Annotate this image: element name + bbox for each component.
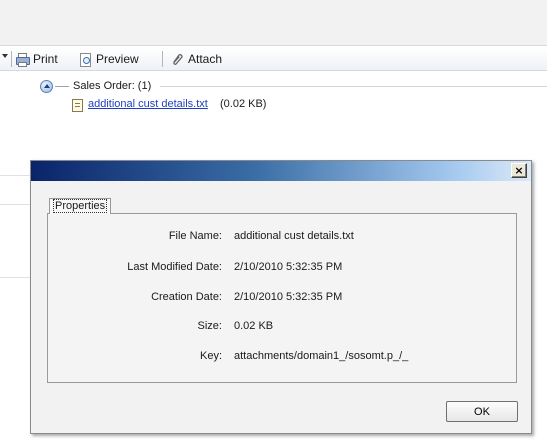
field-row: Size: 0.02 KB xyxy=(48,320,516,336)
toolbar: Print Preview Attach xyxy=(0,48,547,71)
dialog-titlebar[interactable]: × xyxy=(31,161,531,181)
last-modified-value: 2/10/2010 5:32:35 PM xyxy=(234,261,343,273)
attach-button[interactable]: Attach xyxy=(170,51,222,67)
tab-properties-label: Properties xyxy=(53,199,108,213)
properties-dialog: × Properties File Name: additional cust … xyxy=(30,160,532,434)
tab-properties[interactable]: Properties xyxy=(49,198,112,214)
tree-connector xyxy=(55,86,69,87)
ok-button[interactable]: OK xyxy=(446,401,518,422)
field-row: Key: attachments/domain1_/sosomt.p_/_ xyxy=(48,350,516,366)
last-modified-label: Last Modified Date: xyxy=(127,261,222,273)
text-file-icon xyxy=(72,99,83,112)
paperclip-icon xyxy=(170,52,184,66)
field-row: File Name: additional cust details.txt xyxy=(48,230,516,246)
key-value: attachments/domain1_/sosomt.p_/_ xyxy=(234,350,409,362)
collapse-toggle-icon[interactable] xyxy=(40,80,53,93)
preview-button[interactable]: Preview xyxy=(78,51,139,67)
file-name-value: additional cust details.txt xyxy=(234,230,354,242)
properties-panel: File Name: additional cust details.txt L… xyxy=(47,213,517,383)
background-divider xyxy=(0,204,30,205)
preview-icon xyxy=(78,52,92,67)
preview-label: Preview xyxy=(96,52,139,66)
creation-date-value: 2/10/2010 5:32:35 PM xyxy=(234,291,343,303)
file-name-label: File Name: xyxy=(168,230,222,242)
creation-date-label: Creation Date: xyxy=(151,291,222,303)
background-divider xyxy=(0,277,30,278)
attachment-file-link[interactable]: additional cust details.txt xyxy=(88,98,208,110)
toolbar-separator xyxy=(162,51,163,67)
close-button[interactable]: × xyxy=(511,163,527,178)
top-band xyxy=(0,0,547,46)
key-label: Key: xyxy=(199,350,222,362)
print-icon xyxy=(15,52,30,67)
dropdown-arrow-icon[interactable] xyxy=(2,54,8,58)
print-button[interactable]: Print xyxy=(15,51,58,67)
print-label: Print xyxy=(33,52,58,66)
background-divider xyxy=(0,175,30,176)
field-row: Last Modified Date: 2/10/2010 5:32:35 PM xyxy=(48,261,516,277)
field-row: Creation Date: 2/10/2010 5:32:35 PM xyxy=(48,291,516,307)
attach-label: Attach xyxy=(188,52,223,66)
toolbar-separator xyxy=(11,51,12,67)
size-label: Size: xyxy=(197,320,222,332)
attachment-group-label: Sales Order: (1) xyxy=(73,80,152,92)
attachment-file-size: (0.02 KB) xyxy=(220,98,267,110)
size-value: 0.02 KB xyxy=(234,320,274,332)
group-divider xyxy=(160,86,547,87)
